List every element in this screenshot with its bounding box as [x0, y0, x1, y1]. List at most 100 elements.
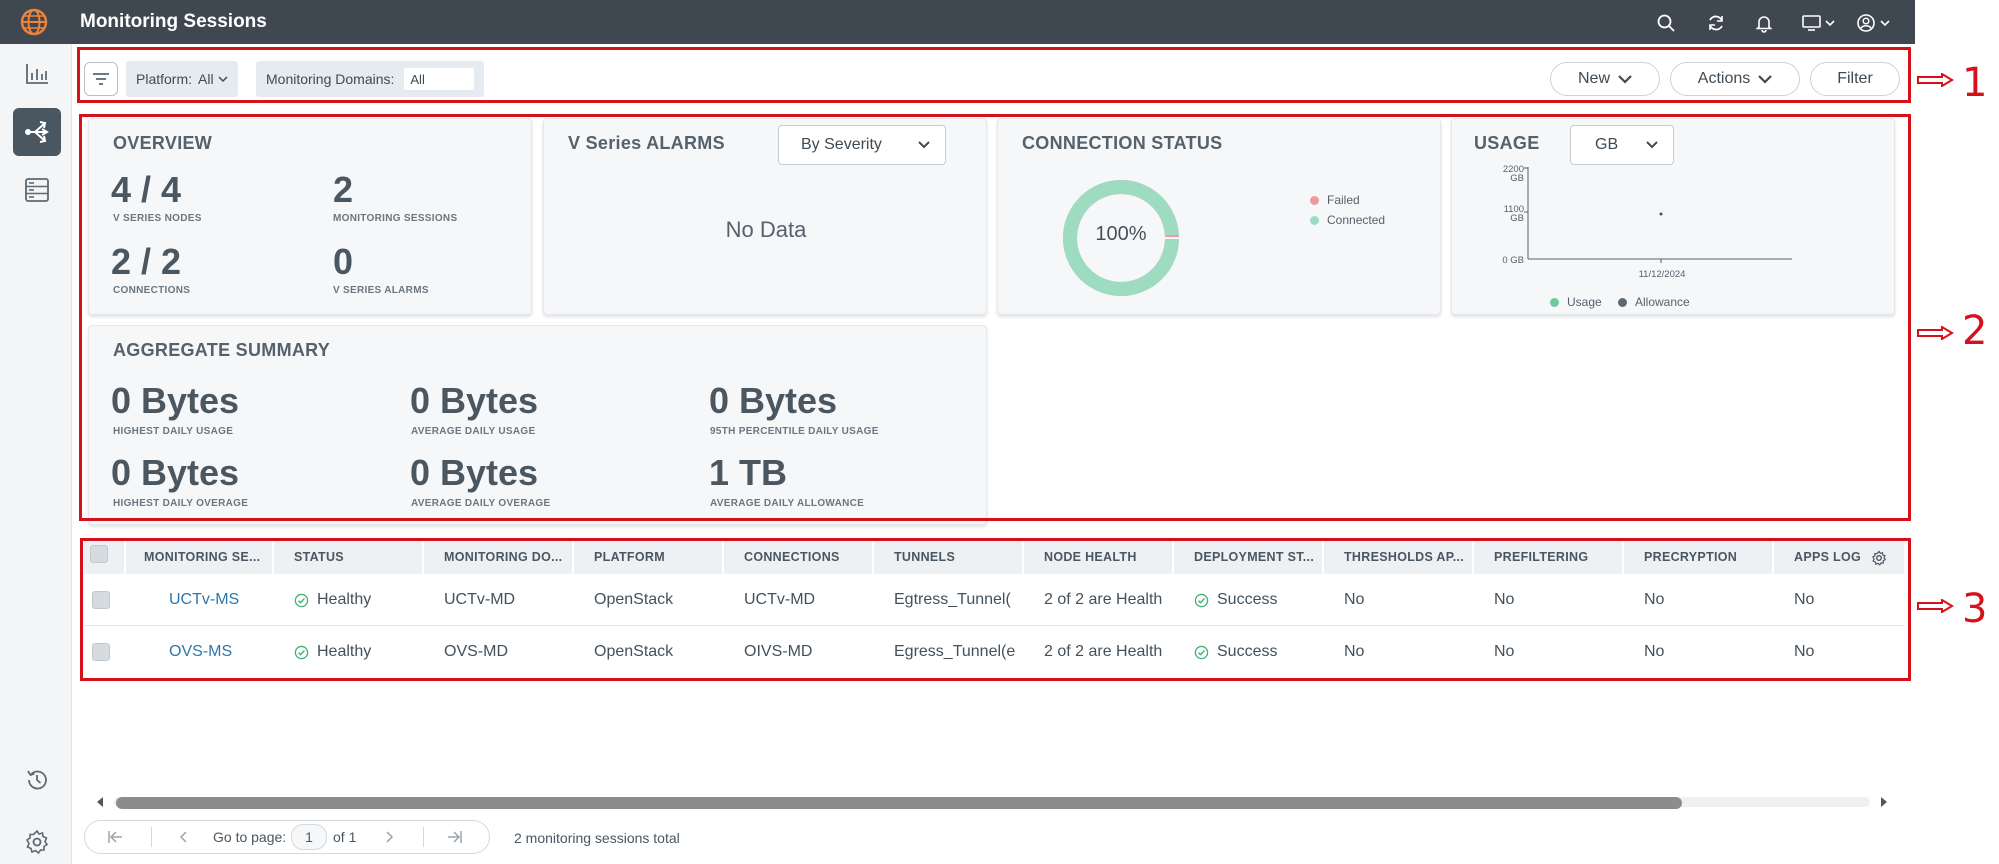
refresh-icon[interactable] [1705, 12, 1727, 34]
session-name-link[interactable]: OVS-MS [169, 643, 232, 661]
table-row[interactable]: OVS-MS Healthy OVS-MD OpenStack OIVS-MD Egres… [84, 626, 1904, 677]
last-page-icon[interactable] [425, 821, 485, 853]
connections-value: 2 / 2 [111, 241, 182, 282]
usage-y-zero-label: 0 GB [1502, 255, 1524, 266]
page-of-label: of 1 [333, 829, 357, 845]
average-daily-usage-label: AVERAGE DAILY USAGE [411, 426, 536, 437]
filter-button-label: Filter [1837, 70, 1873, 87]
first-page-icon[interactable] [85, 821, 145, 853]
monitoring-domains-filter-chip[interactable]: Monitoring Domains: All [256, 61, 485, 97]
cell-monitoring-domain: UCTv-MD [444, 574, 568, 626]
bell-icon[interactable] [1753, 12, 1775, 34]
alarms-severity-dropdown[interactable]: By Severity [778, 125, 946, 165]
annotation-marker-1: 1 [1962, 60, 1988, 106]
sessions-total-count: 2 monitoring sessions total [514, 830, 680, 846]
cell-precryption: No [1644, 574, 1768, 626]
chevron-down-icon [918, 141, 930, 149]
vseries-alarms-count: 0 [333, 241, 354, 282]
column-header-platform[interactable]: PLATFORM [574, 540, 722, 574]
legend-allowance: Allowance [1618, 295, 1690, 309]
header-separator [124, 540, 126, 574]
cell-text: 2 of 2 are Health [1044, 591, 1163, 608]
monitoring-sessions-count: 2 [333, 169, 354, 210]
pager-separator [151, 827, 152, 847]
column-settings-gear-icon[interactable] [1871, 550, 1887, 566]
scrollbar-thumb[interactable] [116, 797, 1682, 809]
search-icon[interactable] [1655, 12, 1677, 34]
settings-gear-icon[interactable] [13, 818, 61, 864]
cell-text: UCTv-MD [744, 591, 816, 608]
monitoring-sessions-nav-icon[interactable] [13, 108, 61, 156]
history-icon[interactable] [13, 756, 61, 804]
column-header-precryption[interactable]: PRECRYPTION [1624, 540, 1772, 574]
cell-text: Healthy [317, 643, 372, 660]
display-menu-icon[interactable] [1800, 12, 1840, 34]
cell-platform: OpenStack [594, 626, 718, 677]
cell-text: Success [1217, 643, 1278, 660]
annotation-marker-2: 2 [1962, 308, 1988, 354]
cell-monitoring-session[interactable]: OVS-MS [169, 626, 293, 677]
session-name-link[interactable]: UCTv-MS [169, 591, 239, 609]
analytics-chart-icon[interactable] [13, 50, 61, 98]
vseries-alarms-title: V Series ALARMS [568, 133, 725, 153]
aggregate-summary-card: AGGREGATE SUMMARY 0 Bytes HIGHEST DAILY … [88, 325, 987, 525]
page-number-input[interactable]: 1 [291, 824, 327, 850]
column-header-deployment-status[interactable]: DEPLOYMENT ST... [1174, 540, 1322, 574]
scroll-left-arrow-icon[interactable] [94, 796, 106, 808]
monitoring-domains-filter-label: Monitoring Domains: [266, 71, 395, 87]
column-header-node-health[interactable]: NODE HEALTH [1024, 540, 1172, 574]
scroll-right-arrow-icon[interactable] [1878, 796, 1890, 808]
success-check-icon [1194, 593, 1209, 608]
cell-node-health: 2 of 2 are Health [1044, 574, 1168, 626]
success-check-icon [294, 645, 309, 660]
cell-thresholds-applied: No [1344, 626, 1468, 677]
monitoring-domains-filter-input[interactable]: All [404, 68, 475, 90]
cell-text: UCTv-MD [444, 591, 516, 608]
inventory-server-icon[interactable] [13, 166, 61, 214]
usage-card: USAGE GB 2200 GB 1100 GB 0 GB 11/12/2024… [1451, 118, 1895, 315]
row-select-checkbox[interactable] [92, 643, 110, 661]
legend-usage-label: Usage [1567, 295, 1602, 309]
legend-connected: Connected [1310, 213, 1385, 227]
next-page-icon[interactable] [365, 821, 415, 853]
highest-daily-usage-label: HIGHEST DAILY USAGE [113, 426, 234, 437]
cell-thresholds-applied: No [1344, 574, 1468, 626]
globe-logo-icon[interactable] [18, 6, 50, 38]
annotation-marker-3: 3 [1962, 586, 1988, 632]
average-daily-allowance-value: 1 TB [709, 452, 788, 493]
cell-text: No [1794, 591, 1815, 608]
horizontal-scrollbar[interactable] [92, 794, 1892, 810]
cell-text: Healthy [317, 591, 372, 608]
chevron-down-icon [1758, 75, 1773, 84]
column-header-monitoring-domain[interactable]: MONITORING DO... [424, 540, 572, 574]
annotation-arrow-icon [1917, 326, 1954, 340]
actions-button[interactable]: Actions [1670, 62, 1800, 96]
annotation-arrow-icon [1917, 599, 1954, 613]
connection-status-title: CONNECTION STATUS [1022, 133, 1223, 153]
cell-prefiltering: No [1494, 626, 1618, 677]
new-button[interactable]: New [1550, 62, 1660, 96]
platform-filter-value[interactable]: All [198, 71, 214, 87]
column-header-status[interactable]: STATUS [274, 540, 422, 574]
select-all-checkbox[interactable] [90, 545, 108, 563]
previous-page-icon[interactable] [153, 821, 213, 853]
table-row[interactable]: UCTv-MS Healthy UCTv-MD OpenStack UCTv-MD Egt… [84, 574, 1904, 626]
filter-panel-toggle-button[interactable] [84, 62, 118, 96]
success-check-icon [294, 593, 309, 608]
cell-text: No [1494, 643, 1515, 660]
legend-allowance-label: Allowance [1635, 295, 1690, 309]
usage-unit-dropdown[interactable]: GB [1570, 125, 1674, 165]
new-button-label: New [1577, 70, 1610, 87]
filter-button[interactable]: Filter [1810, 62, 1900, 96]
pager-separator [423, 827, 424, 847]
highest-daily-overage-value: 0 Bytes [111, 452, 240, 493]
column-header-tunnels[interactable]: TUNNELS [874, 540, 1022, 574]
cell-monitoring-session[interactable]: UCTv-MS [169, 574, 293, 626]
row-select-checkbox[interactable] [92, 591, 110, 609]
column-header-monitoring-session[interactable]: MONITORING SE... [124, 540, 272, 574]
column-header-connections[interactable]: CONNECTIONS [724, 540, 872, 574]
column-header-prefiltering[interactable]: PREFILTERING [1474, 540, 1622, 574]
platform-filter-chip[interactable]: Platform: All [126, 61, 238, 97]
user-menu-icon[interactable] [1855, 12, 1895, 34]
column-header-thresholds-applied[interactable]: THRESHOLDS AP... [1324, 540, 1472, 574]
